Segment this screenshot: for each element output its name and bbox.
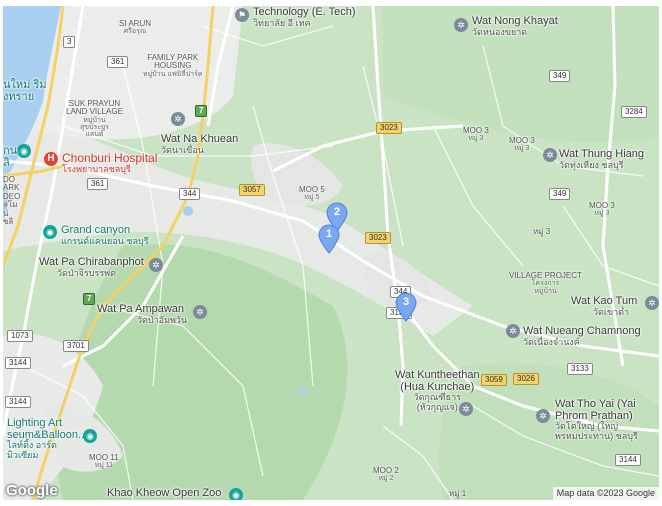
place-left-edge-3: DO ARK DEO ลโม น่ ชลิ: [3, 175, 21, 226]
poi-left-edge-1[interactable]: นใหม่ ริม งทราย: [3, 79, 47, 103]
attraction-icon[interactable]: ◉: [43, 225, 57, 239]
temple-icon[interactable]: ✲: [459, 402, 473, 416]
road-shield: 361: [107, 56, 129, 68]
map-attribution[interactable]: Map data ©2023 Google: [552, 487, 659, 500]
road-shield: 1073: [7, 330, 33, 342]
poi-lighting-art-museum[interactable]: Lighting Art seum&Balloon... ไลท์ติ้ง อาร…: [7, 417, 87, 460]
place-moo-11: MOO 11 หมู่ 11: [89, 453, 119, 470]
place-moo-3-far-east: MOO 3 หมู่ 3: [589, 201, 615, 218]
place-village-project: VILLAGE PROJECT โครงการ หมู่บ้าน: [509, 271, 582, 295]
road-shield: 3057: [239, 184, 265, 196]
temple-icon[interactable]: ✲: [506, 324, 520, 338]
place-moo-3-label: หมู่ 3: [533, 227, 551, 236]
road-shield: 344: [179, 188, 201, 200]
place-moo-2: MOO 2 หมู่ 2: [373, 466, 399, 483]
museum-icon[interactable]: ◉: [83, 429, 97, 443]
temple-icon[interactable]: ✲: [193, 305, 207, 319]
place-moo-3-east: MOO 3 หมู่ 3: [509, 136, 535, 153]
place-moo-5: MOO 5 หมู่ 5: [299, 185, 325, 202]
poi-wat-nueang-chamnong[interactable]: Wat Nueang Chamnong วัดเนื่องจำนงค์: [523, 325, 641, 347]
google-logo[interactable]: Google: [6, 482, 58, 499]
temple-icon[interactable]: ✲: [536, 409, 550, 423]
school-icon[interactable]: ⚑: [235, 8, 249, 22]
map-view[interactable]: SI ARUN ศรีอรุณ FAMILY PARK HOUSING หมู่บ้…: [3, 6, 659, 500]
poi-khao-kheow-open-zoo[interactable]: Khao Kheow Open Zoo: [107, 487, 221, 500]
poi-wat-pa-ampawan[interactable]: Wat Pa Ampawan วัดป่าอัมพวัน: [97, 303, 187, 325]
road-shield: 3023: [365, 232, 391, 244]
road-shield: 3023: [376, 122, 402, 134]
poi-wat-nong-khayat[interactable]: Wat Nong Khayat วัดหนองขยาด: [472, 15, 558, 37]
poi-chonburi-hospital[interactable]: Chonburi Hospital โรงพยาบาลชลบุรี: [62, 152, 157, 174]
road-shield: 3144: [5, 396, 31, 408]
place-moo-3-north: MOO 3 หมู่ 3: [463, 126, 489, 143]
highway-shield: 7: [83, 293, 96, 305]
attraction-icon[interactable]: ◉: [17, 144, 31, 158]
poi-technology-e-tech[interactable]: Technology (E. Tech) วิทยาลัย อี เทค: [253, 6, 356, 28]
temple-icon[interactable]: ✲: [171, 112, 185, 126]
poi-wat-kao-tum[interactable]: Wat Kao Tum วัดเขาต่ำ: [571, 295, 637, 317]
road-shield: 3: [63, 36, 76, 48]
poi-wat-tho-yai[interactable]: Wat Tho Yai (Yai Phrom Prathan) วัดโตใหญ่…: [555, 398, 638, 441]
road-shield: 3133: [567, 363, 593, 375]
road-shield: 349: [549, 70, 571, 82]
place-moo-1: หมู่ 1: [449, 489, 467, 498]
poi-wat-pa-chirabanphot[interactable]: Wat Pa Chirabanphot วัดป่าจิรบรรพต: [39, 256, 144, 278]
temple-icon[interactable]: ✲: [149, 258, 163, 272]
road-shield: 349: [549, 188, 571, 200]
poi-grand-canyon[interactable]: Grand canyon แกรนด์แคนยอน ชลบุรี: [61, 224, 149, 246]
poi-wat-na-khuean[interactable]: Wat Na Khuean วัดนาเขื่อน: [161, 133, 238, 155]
road-shield: 3701: [63, 340, 89, 352]
road-shield: 3284: [621, 106, 647, 118]
temple-icon[interactable]: ✲: [454, 18, 468, 32]
road-shield: 3059: [481, 374, 507, 386]
temple-icon[interactable]: ✲: [645, 296, 659, 310]
hospital-icon[interactable]: H: [44, 152, 58, 166]
poi-wat-thung-hiang[interactable]: Wat Thung Hiang วัดทุ่งเหียง ชลบุรี: [559, 148, 644, 170]
map-marker-1[interactable]: 1: [318, 224, 340, 254]
place-si-arun: SI ARUN ศรีอรุณ: [119, 19, 152, 36]
map-marker-3[interactable]: 3: [395, 292, 417, 322]
highway-shield: 7: [195, 105, 208, 117]
road-shield: 3144: [5, 357, 31, 369]
road-shield: 3144: [615, 454, 641, 466]
temple-icon[interactable]: ✲: [543, 148, 557, 162]
poi-left-edge-2[interactable]: กน ลิ: [3, 145, 17, 169]
road-shield: 361: [87, 178, 109, 190]
place-suk-prayun: SUK PRAYUN LAND VILLAGE หมู่บ้าน สุขประยูร…: [66, 99, 123, 139]
zoo-icon[interactable]: ◉: [229, 488, 243, 500]
road-shield: 3026: [513, 373, 539, 385]
place-family-park-housing: FAMILY PARK HOUSING หมู่บ้าน แฟมิลี่ปาร์ค: [143, 53, 203, 78]
